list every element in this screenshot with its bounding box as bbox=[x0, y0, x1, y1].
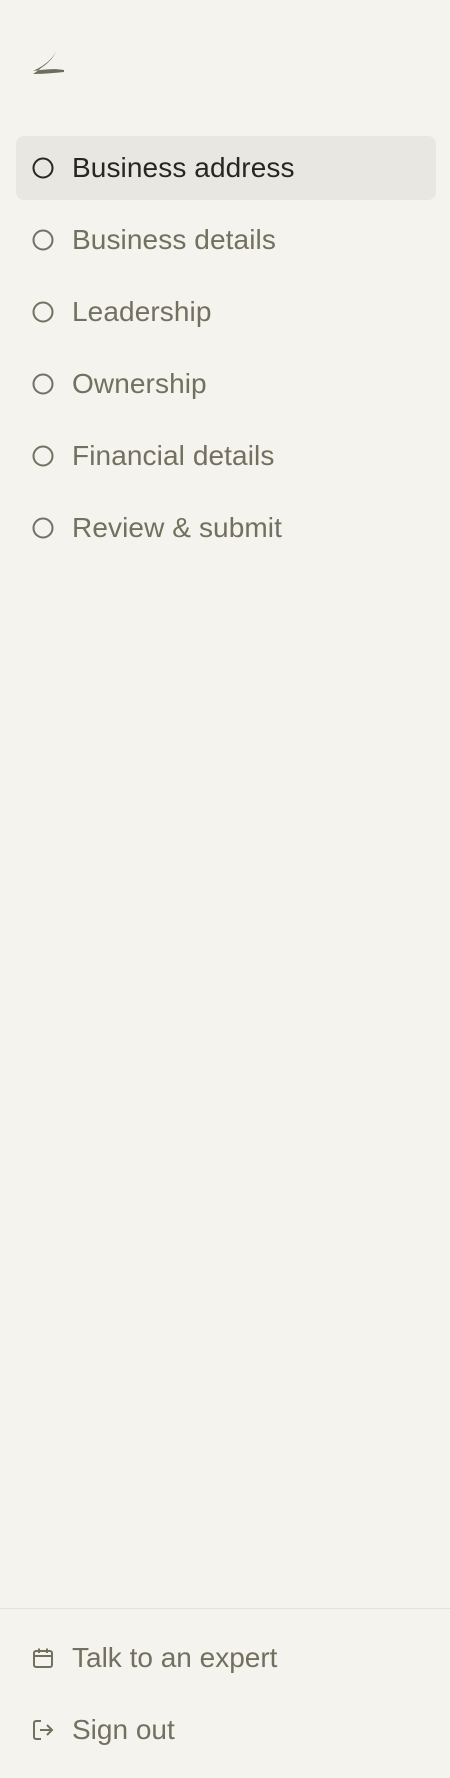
onboarding-sidebar: Business address Business details Leader… bbox=[0, 0, 450, 1778]
talk-to-expert-link[interactable]: Talk to an expert bbox=[16, 1626, 436, 1690]
circle-outline-icon bbox=[32, 229, 54, 251]
sign-out-link[interactable]: Sign out bbox=[16, 1698, 436, 1762]
circle-outline-icon bbox=[32, 445, 54, 467]
step-business-address[interactable]: Business address bbox=[16, 136, 436, 200]
step-financial-details[interactable]: Financial details bbox=[16, 424, 436, 488]
talk-to-expert-label: Talk to an expert bbox=[72, 1642, 278, 1673]
step-review-submit[interactable]: Review & submit bbox=[16, 496, 436, 560]
bird-wing-logo-icon bbox=[30, 46, 66, 78]
circle-outline-icon bbox=[32, 157, 54, 179]
step-label: Ownership bbox=[72, 368, 207, 399]
step-label: Leadership bbox=[72, 296, 212, 327]
step-label: Business address bbox=[72, 152, 295, 183]
calendar-icon bbox=[32, 1647, 54, 1669]
step-label: Business details bbox=[72, 224, 276, 255]
footer-links: Talk to an expert Sign out bbox=[16, 1626, 436, 1770]
circle-outline-icon bbox=[32, 517, 54, 539]
footer-divider bbox=[0, 1608, 450, 1609]
onboarding-steps: Business address Business details Leader… bbox=[16, 136, 436, 568]
step-label: Review & submit bbox=[72, 512, 283, 543]
circle-outline-icon bbox=[32, 373, 54, 395]
sign-out-icon bbox=[32, 1719, 54, 1741]
sign-out-label: Sign out bbox=[72, 1714, 175, 1745]
step-leadership[interactable]: Leadership bbox=[16, 280, 436, 344]
step-business-details[interactable]: Business details bbox=[16, 208, 436, 272]
brand-logo[interactable] bbox=[30, 46, 66, 78]
step-ownership[interactable]: Ownership bbox=[16, 352, 436, 416]
circle-outline-icon bbox=[32, 301, 54, 323]
step-label: Financial details bbox=[72, 440, 275, 471]
